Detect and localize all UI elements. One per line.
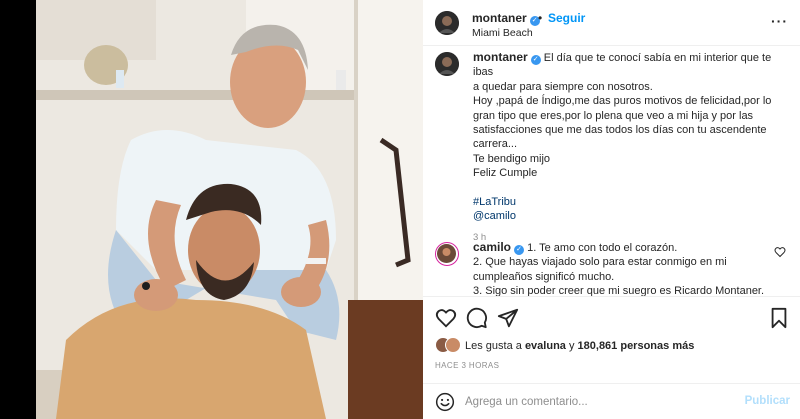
- caption-username[interactable]: montaner: [473, 50, 528, 64]
- comment-icon[interactable]: [466, 307, 488, 329]
- likes-summary: Les gusta a evaluna y 180,861 personas m…: [465, 340, 694, 352]
- author-username-text[interactable]: montaner: [472, 11, 527, 25]
- comment-line: 1. Te amo con todo el corazón.: [527, 242, 678, 254]
- heart-icon[interactable]: [435, 307, 457, 329]
- caption-line: a quedar para siempre con nosotros.: [473, 80, 653, 93]
- comment-line: 3. Sigo sin poder creer que mi suegro es…: [473, 285, 765, 296]
- verified-badge-icon: ✓: [530, 55, 541, 65]
- send-icon[interactable]: [497, 307, 519, 329]
- likes-count[interactable]: 180,861 personas más: [578, 340, 695, 352]
- caption-line: gran tipo que eres,por lo plena que veo …: [473, 109, 754, 122]
- ellipsis-icon[interactable]: ···: [771, 13, 788, 29]
- author-username[interactable]: montaner ✓: [472, 11, 540, 26]
- post-details-panel: montaner ✓ • Seguir Miami Beach ··· monta…: [423, 0, 800, 419]
- verified-badge-icon: ✓: [514, 245, 525, 255]
- comment-text: camilo ✓ 1. Te amo con todo el corazón. 2…: [473, 240, 790, 296]
- caption-text: montaner ✓ El día que te conocí sabía en …: [473, 50, 790, 245]
- caption-first-line: montaner ✓ El día que te conocí sabía en …: [473, 50, 790, 80]
- post-modal: montaner ✓ • Seguir Miami Beach ··· monta…: [0, 0, 800, 419]
- header-separator: •: [538, 11, 543, 25]
- post-header: montaner ✓ • Seguir Miami Beach ···: [423, 0, 800, 46]
- caption-line: Hoy ,papá de Índigo,me das puros motivos…: [473, 95, 772, 108]
- publish-button[interactable]: Publicar: [745, 395, 790, 407]
- bookmark-icon[interactable]: [768, 307, 790, 329]
- comment-first-line: camilo ✓ 1. Te amo con todo el corazón.: [473, 240, 790, 255]
- mention-link[interactable]: @camilo: [473, 209, 790, 223]
- comment-input[interactable]: [465, 392, 725, 412]
- likes-prefix: Les gusta a: [465, 340, 522, 352]
- follow-button[interactable]: Seguir: [548, 11, 585, 25]
- caption-line: Te bendigo mijo: [473, 152, 551, 165]
- likers-avatars[interactable]: [435, 337, 467, 355]
- post-time-ago[interactable]: HACE 3 HORAS: [435, 361, 499, 370]
- comment-like-heart-icon[interactable]: [774, 246, 786, 258]
- commenter-avatar[interactable]: [435, 242, 459, 266]
- commenter-username[interactable]: camilo: [473, 240, 511, 254]
- caption-avatar[interactable]: [435, 52, 459, 76]
- comment-line: 2. Que hayas viajado solo para estar con…: [473, 256, 727, 269]
- comment-line: cumpleaños significó mucho.: [473, 270, 615, 283]
- hashtag-link[interactable]: #LaTribu: [473, 195, 790, 209]
- caption-line: [473, 181, 790, 195]
- caption-line: Feliz Cumple: [473, 167, 538, 180]
- liker-username[interactable]: evaluna: [525, 340, 566, 352]
- caption-line: carrera...: [473, 138, 518, 151]
- comment-composer: Publicar: [423, 383, 800, 419]
- caption-line: satisfacciones que me das todos los días…: [473, 124, 767, 137]
- likes-connector: y: [568, 340, 575, 352]
- photo-illustration: [36, 0, 423, 419]
- action-bar: Les gusta a evaluna y 180,861 personas m…: [423, 296, 800, 376]
- post-photo[interactable]: [36, 0, 423, 419]
- author-avatar[interactable]: [435, 11, 459, 35]
- liker-avatar: [445, 337, 461, 353]
- post-location[interactable]: Miami Beach: [472, 27, 533, 39]
- emoji-icon[interactable]: [435, 392, 455, 412]
- comments-area[interactable]: montaner ✓ El día que te conocí sabía en …: [423, 46, 800, 296]
